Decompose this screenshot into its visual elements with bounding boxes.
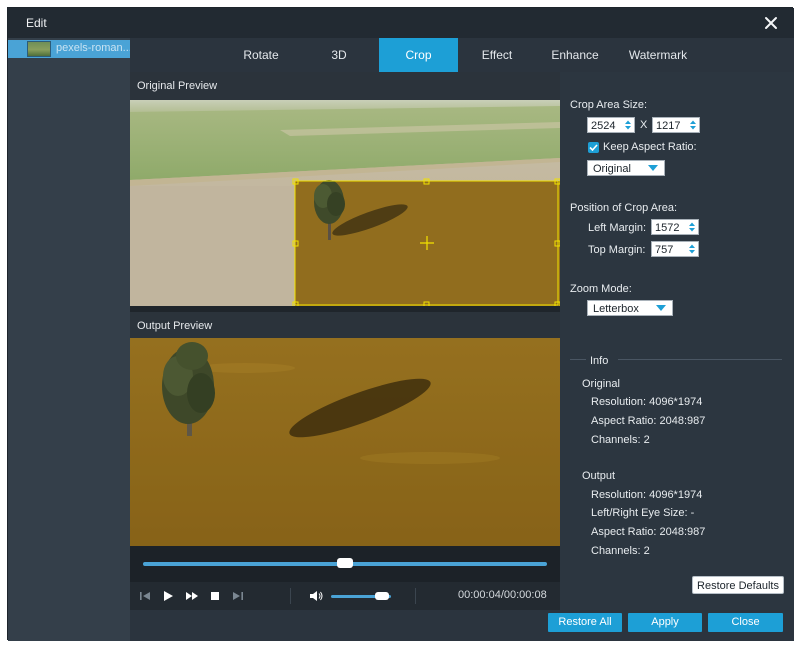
dropdown-caret-icon — [648, 165, 658, 171]
zoom-mode-label: Zoom Mode: — [570, 283, 632, 295]
dropdown-caret-icon — [656, 305, 666, 311]
dialog-title: Edit — [26, 16, 47, 30]
spinner-arrows-icon[interactable] — [688, 221, 696, 233]
info-divider — [570, 359, 586, 360]
stop-icon[interactable] — [208, 589, 222, 603]
tab-effect[interactable]: Effect — [458, 38, 536, 72]
title-bar: Edit — [8, 8, 794, 38]
close-icon[interactable] — [760, 12, 782, 34]
tab-rotate[interactable]: Rotate — [222, 38, 300, 72]
close-button[interactable]: Close — [708, 613, 783, 632]
keep-aspect-checkbox[interactable] — [588, 142, 599, 153]
skip-forward-icon[interactable] — [231, 589, 245, 603]
keep-aspect-label: Keep Aspect Ratio: — [603, 141, 697, 153]
original-preview-video — [130, 100, 560, 306]
spinner-arrows-icon[interactable] — [624, 119, 632, 131]
file-list-sidebar: pexels-roman... — [8, 38, 132, 641]
video-thumbnail — [27, 41, 51, 57]
tab-watermark[interactable]: Watermark — [614, 38, 702, 72]
crop-width-value: 2524 — [591, 120, 616, 132]
tab-enhance[interactable]: Enhance — [536, 38, 614, 72]
info-output-aspect: Aspect Ratio: 2048:987 — [591, 526, 706, 538]
edit-tabs: Rotate 3D Crop Effect Enhance Watermark — [130, 38, 794, 72]
info-output-channels: Channels: 2 — [591, 545, 650, 557]
skip-back-icon[interactable] — [138, 589, 152, 603]
controls-divider — [415, 588, 416, 604]
controls-divider — [290, 588, 291, 604]
info-divider — [618, 359, 782, 360]
preview-column: Original Preview Output Preview 00:00:04… — [130, 72, 560, 641]
times-label: X — [640, 119, 648, 131]
restore-defaults-button[interactable]: Restore Defaults — [692, 576, 784, 594]
play-icon[interactable] — [161, 589, 175, 603]
info-original-aspect: Aspect Ratio: 2048:987 — [591, 415, 706, 427]
seek-handle[interactable] — [337, 558, 353, 568]
volume-slider-handle[interactable] — [375, 592, 389, 600]
crop-area-size-label: Crop Area Size: — [570, 99, 648, 111]
info-original-resolution: Resolution: 4096*1974 — [591, 396, 703, 408]
left-margin-label: Left Margin: — [588, 222, 647, 234]
crop-width-input[interactable]: 2524 — [587, 117, 635, 133]
info-original-header: Original — [582, 378, 620, 390]
zoom-mode-select[interactable]: Letterbox — [587, 300, 673, 316]
original-preview-label: Original Preview — [130, 72, 560, 100]
file-name-label: pexels-roman... — [56, 42, 132, 54]
left-margin-input[interactable]: 1572 — [651, 219, 699, 235]
fast-forward-icon[interactable] — [185, 589, 199, 603]
info-output-resolution: Resolution: 4096*1974 — [591, 489, 703, 501]
spinner-arrows-icon[interactable] — [689, 119, 697, 131]
info-header: Info — [590, 355, 609, 367]
aspect-ratio-value: Original — [593, 163, 631, 175]
spinner-arrows-icon[interactable] — [688, 243, 696, 255]
left-margin-value: 1572 — [655, 222, 680, 234]
output-preview-video — [130, 338, 560, 546]
position-label: Position of Crop Area: — [570, 202, 678, 214]
info-original-channels: Channels: 2 — [591, 434, 650, 446]
tab-3d[interactable]: 3D — [300, 38, 378, 72]
crop-height-input[interactable]: 1217 — [652, 117, 700, 133]
file-list-item[interactable]: pexels-roman... — [8, 40, 132, 58]
output-preview-label: Output Preview — [130, 312, 560, 340]
top-margin-input[interactable]: 757 — [651, 241, 699, 257]
top-margin-label: Top Margin: — [588, 244, 646, 256]
crop-height-value: 1217 — [656, 120, 681, 132]
playback-timeline — [130, 546, 560, 582]
restore-all-button[interactable]: Restore All — [548, 613, 622, 632]
top-margin-value: 757 — [655, 244, 674, 256]
apply-button[interactable]: Apply — [628, 613, 702, 632]
crop-settings-panel: Crop Area Size: 2524 X 1217 Keep Aspect … — [560, 72, 794, 641]
playback-controls: 00:00:04/00:00:08 — [130, 582, 560, 610]
zoom-mode-value: Letterbox — [593, 303, 639, 315]
volume-icon[interactable] — [309, 589, 323, 603]
timecode: 00:00:04/00:00:08 — [458, 589, 547, 601]
aspect-ratio-select[interactable]: Original — [587, 160, 665, 176]
tab-crop[interactable]: Crop — [379, 38, 458, 72]
edit-dialog: Edit pexels-roman... Rotate 3D Crop Effe… — [7, 7, 794, 641]
checkmark-icon — [589, 144, 598, 152]
dialog-footer: Restore All Apply Close — [130, 610, 794, 641]
info-output-header: Output — [582, 470, 616, 482]
info-output-eye-size: Left/Right Eye Size: - — [591, 507, 695, 519]
